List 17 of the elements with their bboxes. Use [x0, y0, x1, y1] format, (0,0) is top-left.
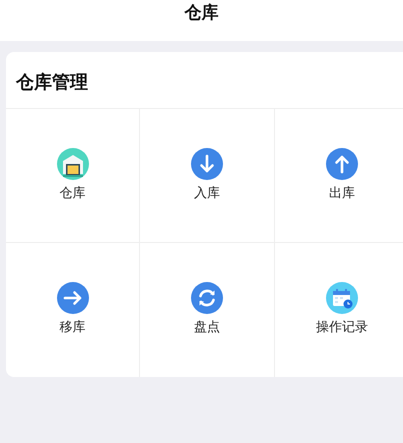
refresh-icon — [191, 282, 223, 314]
section-title: 仓库管理 — [14, 71, 89, 95]
tile-label: 盘点 — [194, 320, 220, 336]
menu-tile[interactable]: 盘点 — [140, 243, 275, 377]
warehouse-icon — [56, 148, 88, 180]
page-title: 仓库 — [184, 3, 218, 23]
tile-label: 入库 — [194, 186, 220, 202]
tile-label: 出库 — [329, 186, 355, 202]
menu-tile[interactable]: 出库 — [275, 109, 403, 243]
tile-label: 仓库 — [60, 186, 86, 202]
calendar-icon — [326, 282, 358, 314]
tile-label: 操作记录 — [316, 320, 368, 336]
menu-tile[interactable]: 操作记录 — [275, 243, 403, 377]
menu-tile[interactable]: 移库 — [6, 243, 140, 377]
menu-tile[interactable]: 入库 — [140, 109, 275, 243]
menu-tile[interactable]: 仓库 — [6, 109, 140, 243]
tile-label: 移库 — [60, 320, 86, 336]
